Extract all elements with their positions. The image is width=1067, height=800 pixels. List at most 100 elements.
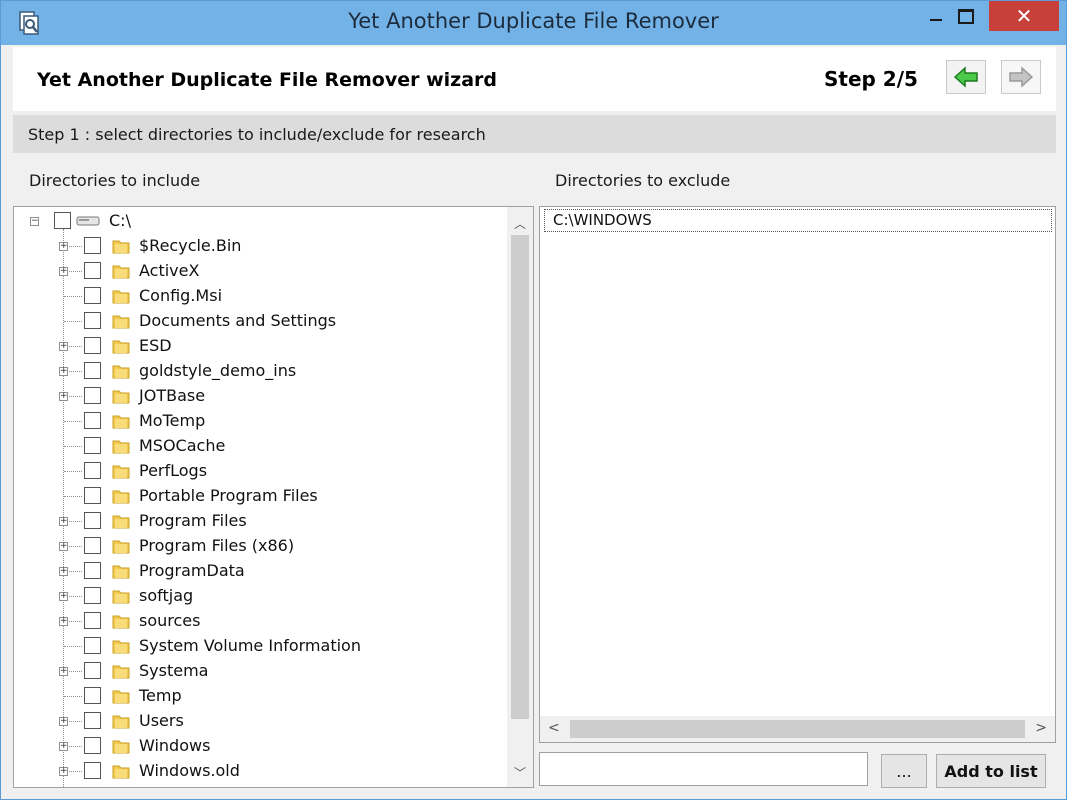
tree-checkbox[interactable] xyxy=(84,287,101,304)
tree-checkbox[interactable] xyxy=(84,587,101,604)
folder-icon xyxy=(112,490,130,504)
maximize-button[interactable] xyxy=(943,1,989,31)
scroll-up-icon[interactable]: ︿ xyxy=(514,215,526,232)
folder-icon xyxy=(112,640,130,654)
tree-item-label: Program Files (x86) xyxy=(139,536,295,555)
next-button[interactable] xyxy=(1001,60,1041,94)
add-to-list-button[interactable]: Add to list xyxy=(936,754,1046,788)
include-tree[interactable]: − C:\ + $Recycle.Bin + ActiveX Config.Msi Docum… xyxy=(13,206,534,788)
tree-root-row[interactable]: − C:\ xyxy=(14,209,504,234)
exclude-label: Directories to exclude xyxy=(555,171,731,190)
tree-item[interactable]: + $Recycle.Bin xyxy=(14,234,504,259)
folder-icon xyxy=(112,265,130,279)
window-title: Yet Another Duplicate File Remover xyxy=(348,9,719,33)
tree-item[interactable]: Documents and Settings xyxy=(14,309,504,334)
tree-checkbox[interactable] xyxy=(84,712,101,729)
tree-checkbox[interactable] xyxy=(84,512,101,529)
scroll-down-icon[interactable]: ﹀ xyxy=(514,764,526,781)
exclude-scroll-thumb[interactable] xyxy=(570,720,1025,738)
step-banner: Step 1 : select directories to include/e… xyxy=(13,115,1056,153)
tree-checkbox[interactable] xyxy=(84,562,101,579)
tree-checkbox[interactable] xyxy=(84,662,101,679)
tree-item[interactable]: + Windows xyxy=(14,734,504,759)
tree-checkbox[interactable] xyxy=(84,612,101,629)
tree-checkbox[interactable] xyxy=(84,362,101,379)
tree-item[interactable]: + JOTBase xyxy=(14,384,504,409)
expand-icon[interactable]: + xyxy=(59,717,68,726)
tree-item[interactable]: MSOCache xyxy=(14,434,504,459)
tree-checkbox[interactable] xyxy=(84,312,101,329)
tree-checkbox[interactable] xyxy=(84,237,101,254)
expand-icon[interactable]: + xyxy=(59,367,68,376)
tree-checkbox[interactable] xyxy=(84,337,101,354)
tree-item[interactable]: + ActiveX xyxy=(14,259,504,284)
expand-icon[interactable]: + xyxy=(59,267,68,276)
tree-checkbox[interactable] xyxy=(54,212,71,229)
tree-vertical-scrollbar[interactable]: ︿ ﹀ xyxy=(507,207,533,787)
expand-icon[interactable]: + xyxy=(59,617,68,626)
tree-item-label: Windows xyxy=(139,736,211,755)
tree-item[interactable]: + Users xyxy=(14,709,504,734)
title-bar[interactable]: Yet Another Duplicate File Remover ✕ xyxy=(1,1,1066,45)
path-input[interactable] xyxy=(539,752,868,786)
tree-item[interactable]: PerfLogs xyxy=(14,459,504,484)
tree-scroll-thumb[interactable] xyxy=(511,235,529,719)
tree-checkbox[interactable] xyxy=(84,687,101,704)
step-instructions: Step 1 : select directories to include/e… xyxy=(28,125,486,144)
tree-item-label: System Volume Information xyxy=(139,636,361,655)
list-item[interactable]: C:\WINDOWS xyxy=(544,209,1052,232)
tree-item[interactable]: + Systema xyxy=(14,659,504,684)
tree-checkbox[interactable] xyxy=(84,262,101,279)
tree-checkbox[interactable] xyxy=(84,437,101,454)
tree-checkbox[interactable] xyxy=(84,762,101,779)
tree-checkbox[interactable] xyxy=(84,637,101,654)
tree-item[interactable]: + ESD xyxy=(14,334,504,359)
folder-icon xyxy=(112,515,130,529)
folder-icon xyxy=(112,440,130,454)
expand-icon[interactable]: + xyxy=(59,742,68,751)
tree-item[interactable]: + softjag xyxy=(14,584,504,609)
browse-button[interactable]: ... xyxy=(881,754,927,788)
expand-icon[interactable]: + xyxy=(59,242,68,251)
tree-item-label: $Recycle.Bin xyxy=(139,236,242,255)
back-button[interactable] xyxy=(946,60,986,94)
tree-checkbox[interactable] xyxy=(84,537,101,554)
tree-checkbox[interactable] xyxy=(84,387,101,404)
scroll-right-icon[interactable]: > xyxy=(1035,720,1047,736)
expand-icon[interactable]: + xyxy=(59,392,68,401)
exclude-list[interactable]: C:\WINDOWS < > xyxy=(539,206,1056,743)
folder-icon xyxy=(112,690,130,704)
tree-item[interactable]: System Volume Information xyxy=(14,634,504,659)
tree-item-label: Documents and Settings xyxy=(139,311,337,330)
tree-item[interactable]: + Program Files (x86) xyxy=(14,534,504,559)
expand-icon[interactable]: + xyxy=(59,517,68,526)
collapse-icon[interactable]: − xyxy=(30,217,39,226)
tree-item[interactable]: + Windows.old xyxy=(14,759,504,784)
step-indicator: Step 2/5 xyxy=(824,67,918,91)
tree-item[interactable]: Portable Program Files xyxy=(14,484,504,509)
expand-icon[interactable]: + xyxy=(59,767,68,776)
tree-item[interactable]: + Program Files xyxy=(14,509,504,534)
tree-item[interactable]: + goldstyle_demo_ins xyxy=(14,359,504,384)
tree-item[interactable]: MoTemp xyxy=(14,409,504,434)
expand-icon[interactable]: + xyxy=(59,592,68,601)
tree-item-label: Windows.old xyxy=(139,761,240,780)
folder-icon xyxy=(112,290,130,304)
expand-icon[interactable]: + xyxy=(59,567,68,576)
tree-item[interactable]: + ProgramData xyxy=(14,559,504,584)
tree-item-label: JOTBase xyxy=(139,386,206,405)
tree-item[interactable]: + sources xyxy=(14,609,504,634)
tree-item[interactable]: Temp xyxy=(14,684,504,709)
tree-checkbox[interactable] xyxy=(84,462,101,479)
tree-checkbox[interactable] xyxy=(84,737,101,754)
tree-checkbox[interactable] xyxy=(84,412,101,429)
folder-icon xyxy=(112,340,130,354)
exclude-horizontal-scrollbar[interactable]: < > xyxy=(540,716,1055,742)
expand-icon[interactable]: + xyxy=(59,667,68,676)
tree-checkbox[interactable] xyxy=(84,487,101,504)
tree-item[interactable]: Config.Msi xyxy=(14,284,504,309)
expand-icon[interactable]: + xyxy=(59,342,68,351)
scroll-left-icon[interactable]: < xyxy=(548,720,560,736)
close-button[interactable]: ✕ xyxy=(989,1,1059,31)
expand-icon[interactable]: + xyxy=(59,542,68,551)
